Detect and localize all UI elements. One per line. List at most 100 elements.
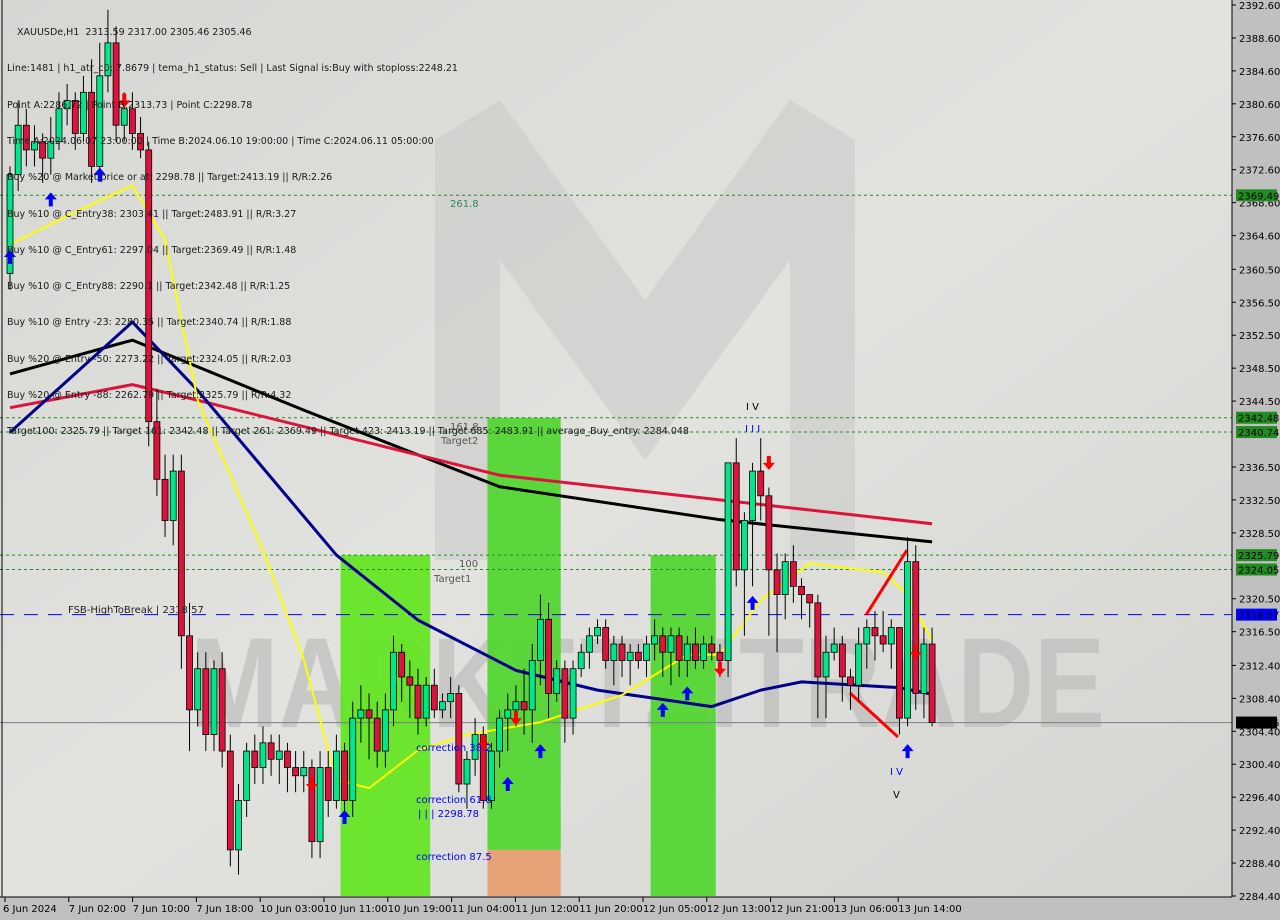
candle-body bbox=[928, 643, 936, 723]
candle-body bbox=[422, 684, 430, 719]
x-tick-label: 10 Jun 03:00 bbox=[260, 904, 324, 915]
info-line: Buy %10 @ C_Entry38: 2303.41 || Target:2… bbox=[7, 208, 297, 220]
price-tag-label: 2318.57 bbox=[1238, 611, 1279, 622]
candle-body bbox=[186, 635, 193, 711]
candle-body bbox=[463, 758, 471, 785]
indicator-info-panel: XAUUSDe,H1 2313.59 2317.00 2305.46 2305.… bbox=[7, 3, 689, 450]
candle-body bbox=[724, 462, 732, 661]
info-line: Target100: 2325.79 || Target 161: 2342.4… bbox=[7, 426, 689, 438]
y-tick-label: 2360.50 bbox=[1239, 265, 1280, 276]
fsb-label: FSB-HighToBreak | 2318.57 bbox=[68, 605, 204, 616]
x-tick-label: 12 Jun 05:00 bbox=[643, 904, 707, 915]
info-line: Buy %20 @ Entry -88: 2262.79 || Target:2… bbox=[7, 390, 292, 401]
candle-body bbox=[838, 643, 846, 678]
candle bbox=[455, 685, 463, 793]
info-line: Buy %20 @ Market price or at: 2298.78 ||… bbox=[7, 172, 333, 184]
watermark-text: MARKETZITRADE bbox=[190, 612, 1105, 755]
point-c-label: | | | 2298.78 bbox=[418, 809, 479, 820]
candle-body bbox=[585, 635, 593, 653]
candle-body bbox=[904, 561, 911, 719]
info-line: Buy %10 @ C_Entry88: 2290.1 || Target:23… bbox=[7, 281, 291, 293]
candle bbox=[904, 536, 911, 727]
candle-body bbox=[569, 668, 577, 719]
candle-body bbox=[504, 709, 512, 719]
candle-body bbox=[683, 643, 691, 661]
candle-body bbox=[798, 585, 805, 596]
price-tag-label: 2325.79 bbox=[1238, 551, 1279, 562]
target1-label: Target1 bbox=[433, 574, 471, 585]
candle-body bbox=[716, 651, 724, 661]
candle-body bbox=[381, 709, 389, 752]
candle-body bbox=[398, 651, 406, 678]
candle-body bbox=[292, 767, 300, 777]
candle-body bbox=[332, 750, 340, 801]
candle-body bbox=[887, 627, 895, 645]
candle-body bbox=[708, 643, 716, 653]
candle-body bbox=[602, 627, 610, 661]
candle-body bbox=[520, 701, 528, 711]
info-line: Buy %10 @ Entry -23: 2280.35 || Target:2… bbox=[7, 317, 292, 329]
y-tick-label: 2376.60 bbox=[1239, 133, 1280, 144]
candle-body bbox=[243, 750, 251, 801]
y-tick-label: 2308.40 bbox=[1239, 694, 1280, 705]
y-tick-label: 2288.40 bbox=[1239, 859, 1280, 870]
y-tick-label: 2392.60 bbox=[1239, 1, 1280, 12]
wave-v-bottom-label: V bbox=[893, 790, 900, 801]
x-tick-label: 12 Jun 21:00 bbox=[771, 904, 835, 915]
candle-body bbox=[806, 594, 814, 604]
y-tick-label: 2344.50 bbox=[1239, 397, 1280, 408]
candle-body bbox=[618, 643, 626, 661]
candle-body bbox=[512, 701, 520, 711]
y-tick-label: 2336.50 bbox=[1239, 463, 1280, 474]
info-line: Buy %10 @ C_Entry61: 2297.04 || Target:2… bbox=[7, 244, 297, 256]
y-tick-label: 2328.50 bbox=[1239, 529, 1280, 540]
candle-body bbox=[789, 561, 797, 587]
candle-body bbox=[275, 750, 283, 760]
candle-body bbox=[169, 470, 177, 521]
candle-body bbox=[749, 470, 756, 521]
candle-body bbox=[912, 561, 920, 694]
candle-body bbox=[455, 693, 463, 785]
candle-body bbox=[284, 750, 291, 768]
price-tag-label: 2324.05 bbox=[1238, 565, 1279, 576]
target-zone bbox=[650, 555, 716, 896]
x-tick-label: 11 Jun 20:00 bbox=[579, 904, 643, 915]
candle-body bbox=[341, 750, 348, 801]
candle-body bbox=[447, 693, 455, 703]
x-tick-label: 12 Jun 13:00 bbox=[707, 904, 771, 915]
y-tick-label: 2372.60 bbox=[1239, 166, 1280, 177]
candle-body bbox=[218, 668, 226, 752]
info-line: Point A:2286.72 | Point B:2313.73 | Poin… bbox=[7, 99, 253, 111]
candle-body bbox=[577, 651, 585, 670]
correction-38-label: correction 38.2 bbox=[416, 743, 492, 754]
candle-body bbox=[896, 627, 903, 719]
candle-body bbox=[863, 627, 871, 645]
candle-body bbox=[316, 767, 324, 843]
candle-body bbox=[439, 701, 446, 711]
candle-body bbox=[626, 651, 634, 661]
candle bbox=[218, 652, 226, 768]
candle-body bbox=[781, 561, 789, 596]
y-tick-label: 2332.50 bbox=[1239, 496, 1280, 507]
candle-body bbox=[202, 668, 210, 735]
candle-body bbox=[226, 750, 234, 851]
candle bbox=[226, 734, 234, 867]
y-tick-label: 2388.60 bbox=[1239, 34, 1280, 45]
candle-body bbox=[373, 717, 381, 752]
y-tick-label: 2300.40 bbox=[1239, 760, 1280, 771]
y-tick-label: 2316.50 bbox=[1239, 628, 1280, 639]
candle-body bbox=[365, 709, 373, 719]
y-tick-label: 2384.60 bbox=[1239, 67, 1280, 78]
candle-body bbox=[692, 643, 699, 661]
info-line: Line:1481 | h1_atr_c0: 7.8679 | tema_h1_… bbox=[7, 63, 458, 75]
candle-body bbox=[267, 742, 275, 760]
candle-body bbox=[871, 627, 879, 637]
candle bbox=[349, 701, 357, 817]
x-tick-label: 13 Jun 14:00 bbox=[898, 904, 962, 915]
candle-body bbox=[430, 684, 438, 711]
candle-body bbox=[773, 569, 781, 596]
candle-body bbox=[545, 618, 552, 694]
x-tick-label: 6 Jun 2024 bbox=[3, 904, 57, 915]
candle-body bbox=[414, 684, 422, 719]
fib-100-label: 100 bbox=[459, 559, 478, 570]
